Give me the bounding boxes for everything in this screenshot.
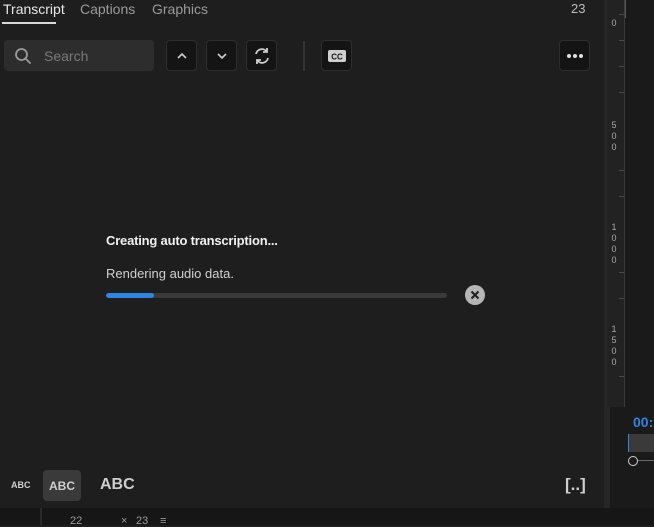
- closed-captions-icon: CC: [327, 49, 346, 62]
- chevron-down-icon: [216, 52, 227, 59]
- ruler-tick: [619, 92, 624, 93]
- refresh-button[interactable]: [246, 40, 277, 71]
- more-horizontal-icon: [566, 53, 583, 58]
- ruler-tick: [619, 196, 624, 197]
- transcription-status-title: Creating auto transcription...: [106, 233, 278, 248]
- ruler-tick: [619, 14, 624, 15]
- ruler-tick: [619, 376, 624, 377]
- ruler-label-1500: 1500: [611, 324, 617, 367]
- text-size-large-button[interactable]: ABC: [100, 476, 135, 494]
- ruler-tick: [619, 66, 624, 67]
- timeline-scrub-area[interactable]: [628, 434, 654, 452]
- ruler-label-0: 0: [611, 18, 617, 28]
- ruler-tick: [619, 170, 624, 171]
- ruler-label-1000: 1000: [611, 222, 617, 265]
- refresh-icon: [254, 47, 269, 64]
- close-icon[interactable]: ×: [121, 515, 127, 527]
- text-size-small-button[interactable]: ABC: [11, 480, 31, 490]
- svg-text:CC: CC: [331, 52, 343, 61]
- menu-icon[interactable]: ≡: [160, 515, 166, 527]
- toolbar-divider: [303, 41, 305, 71]
- active-tab-indicator: [2, 22, 56, 24]
- search-icon: [15, 48, 31, 64]
- vertical-ruler: 0 500 1000 1500: [607, 0, 625, 407]
- footer-right-number: 23: [136, 515, 149, 527]
- tab-count: 23: [571, 1, 586, 16]
- playhead-line: [625, 0, 626, 18]
- search-box[interactable]: [4, 40, 154, 71]
- expand-panel-button[interactable]: [..]: [565, 475, 586, 495]
- footer-left-number: 22: [70, 515, 83, 527]
- ruler-label-500: 500: [611, 120, 617, 152]
- transcription-progress-bar: [106, 293, 447, 298]
- ruler-tick: [619, 40, 624, 41]
- previous-result-button[interactable]: [166, 40, 197, 71]
- transcript-panel: Transcript Captions Graphics 23 Search C…: [0, 0, 604, 508]
- more-options-button[interactable]: [559, 40, 590, 71]
- tab-captions[interactable]: Captions: [80, 0, 135, 18]
- chevron-up-icon: [176, 52, 187, 59]
- ruler-tick: [619, 298, 624, 299]
- text-size-medium-button[interactable]: ABC: [43, 470, 81, 501]
- close-icon: [470, 290, 480, 300]
- timecode-display[interactable]: 00:: [633, 414, 653, 430]
- tab-graphics[interactable]: Graphics: [152, 0, 208, 18]
- cancel-transcription-button[interactable]: [465, 285, 485, 305]
- transcription-status-subtitle: Rendering audio data.: [106, 266, 234, 281]
- create-captions-button[interactable]: CC: [321, 40, 352, 71]
- bottom-status-bar: 22 × 23 ≡: [0, 508, 654, 527]
- tab-bar: Transcript Captions Graphics 23: [0, 0, 604, 24]
- tab-transcript[interactable]: Transcript: [3, 0, 65, 18]
- zoom-track: [638, 460, 654, 461]
- progress-fill: [106, 293, 154, 298]
- search-input[interactable]: [42, 45, 152, 67]
- next-result-button[interactable]: [206, 40, 237, 71]
- ruler-tick: [619, 272, 624, 273]
- zoom-handle[interactable]: [628, 456, 638, 466]
- bottom-divider: [40, 508, 42, 525]
